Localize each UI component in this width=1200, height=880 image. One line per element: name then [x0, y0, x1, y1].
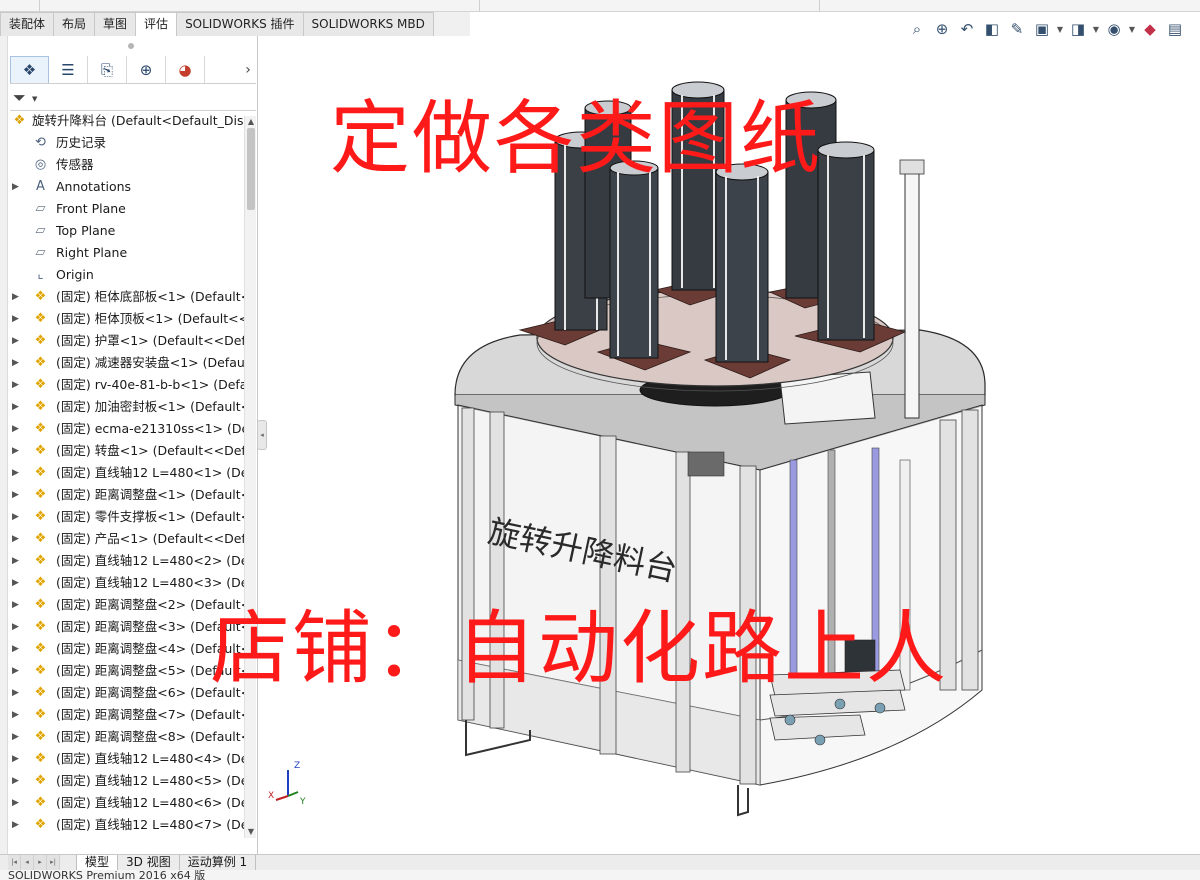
next-tab-icon[interactable]: ▸ — [34, 855, 47, 870]
sensor-mast — [904, 169, 920, 419]
tab-scroll-buttons: |◂ ◂ ▸ ▸| — [8, 855, 60, 871]
cabinet-leg — [737, 785, 749, 817]
prev-tab-icon[interactable]: ◂ — [21, 855, 34, 870]
part-stack — [609, 160, 659, 359]
sensor-head — [899, 159, 925, 175]
triad-x-label: X — [268, 791, 274, 801]
watermark-bottom-text: 店铺：自动化路上人 — [210, 602, 948, 695]
triad-z-label: Z — [294, 761, 300, 771]
shaft-collar — [784, 714, 796, 726]
tab-motion-study[interactable]: 运动算例 1 — [180, 855, 257, 871]
status-bar: SOLIDWORKS Premium 2016 x64 版 — [0, 870, 1200, 880]
reference-triad-icon: Z X Y — [268, 761, 306, 807]
last-tab-icon[interactable]: ▸| — [47, 855, 60, 870]
first-tab-icon[interactable]: |◂ — [8, 855, 21, 870]
motor-block — [687, 451, 725, 477]
watermark-top-text: 定做各类图纸 — [330, 92, 822, 185]
status-text: SOLIDWORKS Premium 2016 x64 版 — [8, 870, 206, 880]
shaft-collar — [814, 734, 826, 746]
cabinet-post — [961, 409, 979, 691]
tab-3d-views[interactable]: 3D 视图 — [118, 855, 180, 871]
triad-y-label: Y — [299, 797, 306, 807]
shaft-collar — [834, 698, 846, 710]
part-stack — [715, 163, 769, 363]
bottom-tab-bar: |◂ ◂ ▸ ▸| 模型 3D 视图 运动算例 1 — [0, 854, 1200, 871]
tab-model[interactable]: 模型 — [76, 855, 119, 871]
part-stack — [817, 141, 875, 341]
shaft-collar — [874, 702, 886, 714]
